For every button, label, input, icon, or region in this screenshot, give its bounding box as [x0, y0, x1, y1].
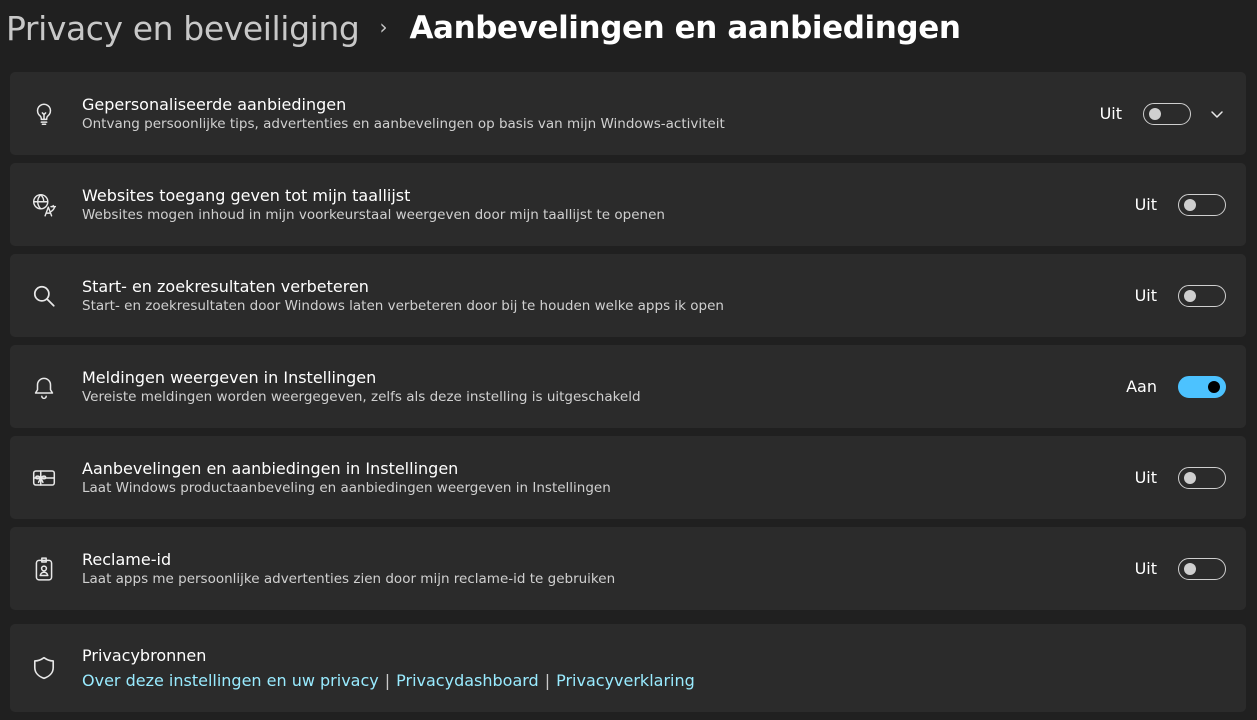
setting-description: Ontvang persoonlijke tips, advertenties … [82, 116, 725, 132]
link-separator: | [544, 671, 551, 690]
page-title: Aanbevelingen en aanbiedingen [409, 10, 961, 46]
privacy-resources-card: Privacybronnen Over deze instellingen en… [10, 624, 1246, 712]
breadcrumb-parent[interactable]: Privacy en beveiliging [6, 9, 360, 48]
setting-improve-search-results[interactable]: Start- en zoekresultaten verbeteren Star… [10, 254, 1246, 337]
privacy-links: Over deze instellingen en uw privacy | Pri… [82, 671, 1246, 690]
language-icon [29, 190, 59, 220]
toggle-state-label: Uit [1134, 468, 1157, 487]
setting-description: Laat apps me persoonlijke advertenties z… [82, 571, 616, 587]
search-icon [29, 281, 59, 311]
link-privacy-dashboard[interactable]: Privacydashboard [396, 671, 539, 690]
lightbulb-icon [29, 99, 59, 129]
setting-title: Start- en zoekresultaten verbeteren [82, 277, 369, 296]
personalized-offers-toggle[interactable] [1143, 102, 1191, 125]
setting-description: Websites mogen inhoud in mijn voorkeurst… [82, 207, 665, 223]
setting-description: Start- en zoekresultaten door Windows la… [82, 298, 724, 314]
setting-website-language-list[interactable]: Websites toegang geven tot mijn taallijs… [10, 163, 1246, 246]
breadcrumb: Privacy en beveiliging › Aanbevelingen e… [0, 0, 1257, 56]
toggle-state-label: Uit [1099, 104, 1122, 123]
breadcrumb-separator: › [379, 15, 388, 39]
toggle-state-label: Uit [1134, 559, 1157, 578]
link-separator: | [384, 671, 391, 690]
toggle-state-label: Uit [1134, 195, 1157, 214]
toggle-state-label: Aan [1126, 377, 1157, 396]
setting-title: Gepersonaliseerde aanbiedingen [82, 95, 347, 114]
setting-personalized-offers[interactable]: Gepersonaliseerde aanbiedingen Ontvang p… [10, 72, 1246, 155]
setting-description: Vereiste meldingen worden weergegeven, z… [82, 389, 641, 405]
setting-title: Reclame-id [82, 550, 172, 569]
setting-recommendations-in-settings[interactable]: Aanbevelingen en aanbiedingen in Instell… [10, 436, 1246, 519]
shield-icon [29, 653, 59, 683]
setting-title: Websites toegang geven tot mijn taallijs… [82, 186, 411, 205]
bell-icon [29, 372, 59, 402]
website-language-list-toggle[interactable] [1178, 193, 1226, 216]
show-notifications-toggle[interactable] [1178, 375, 1226, 398]
toggle-state-label: Uit [1134, 286, 1157, 305]
gift-card-icon [29, 463, 59, 493]
setting-advertising-id[interactable]: Reclame-id Laat apps me persoonlijke adv… [10, 527, 1246, 610]
setting-description: Laat Windows productaanbeveling en aanbi… [82, 480, 611, 496]
link-about-settings-privacy[interactable]: Over deze instellingen en uw privacy [82, 671, 379, 690]
recommendations-in-settings-toggle[interactable] [1178, 466, 1226, 489]
privacy-resources-title: Privacybronnen [82, 646, 207, 665]
link-privacy-statement[interactable]: Privacyverklaring [556, 671, 695, 690]
setting-show-notifications[interactable]: Meldingen weergeven in Instellingen Vere… [10, 345, 1246, 428]
improve-search-results-toggle[interactable] [1178, 284, 1226, 307]
chevron-down-icon[interactable] [1207, 104, 1227, 124]
setting-title: Aanbevelingen en aanbiedingen in Instell… [82, 459, 459, 478]
id-badge-icon [29, 554, 59, 584]
setting-title: Meldingen weergeven in Instellingen [82, 368, 377, 387]
advertising-id-toggle[interactable] [1178, 557, 1226, 580]
